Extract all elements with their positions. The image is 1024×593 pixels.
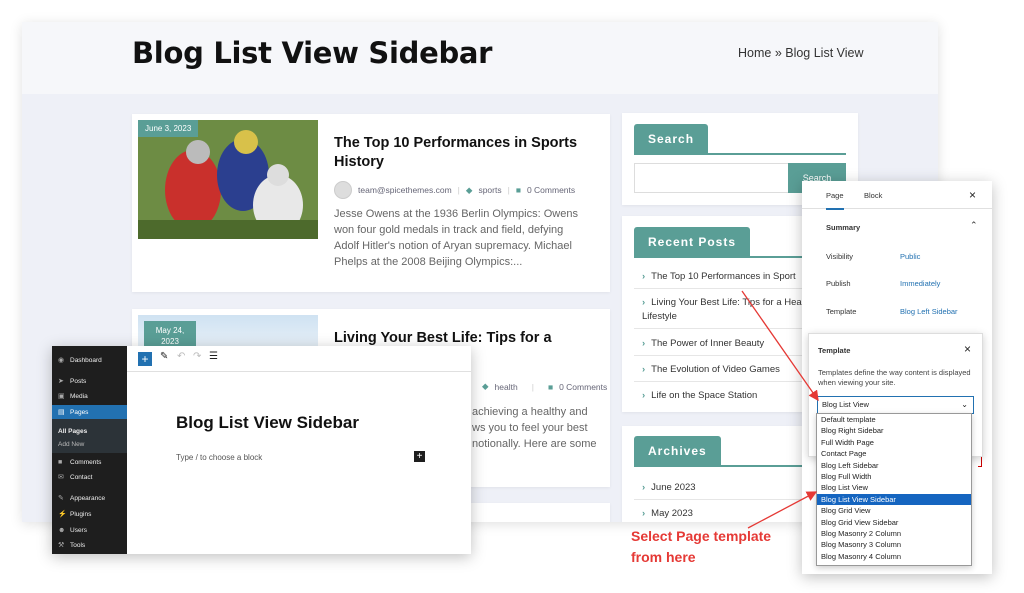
arrow-to-option [747,491,818,529]
arrow-to-select [741,290,819,402]
annotation-note: Select Page template from here [631,526,771,568]
annotation-line: from here [631,549,696,565]
stage: Blog List View Sidebar Home » Blog List … [0,0,1024,593]
annotation-line: Select Page template [631,528,772,544]
annotation-arrows [741,290,819,529]
